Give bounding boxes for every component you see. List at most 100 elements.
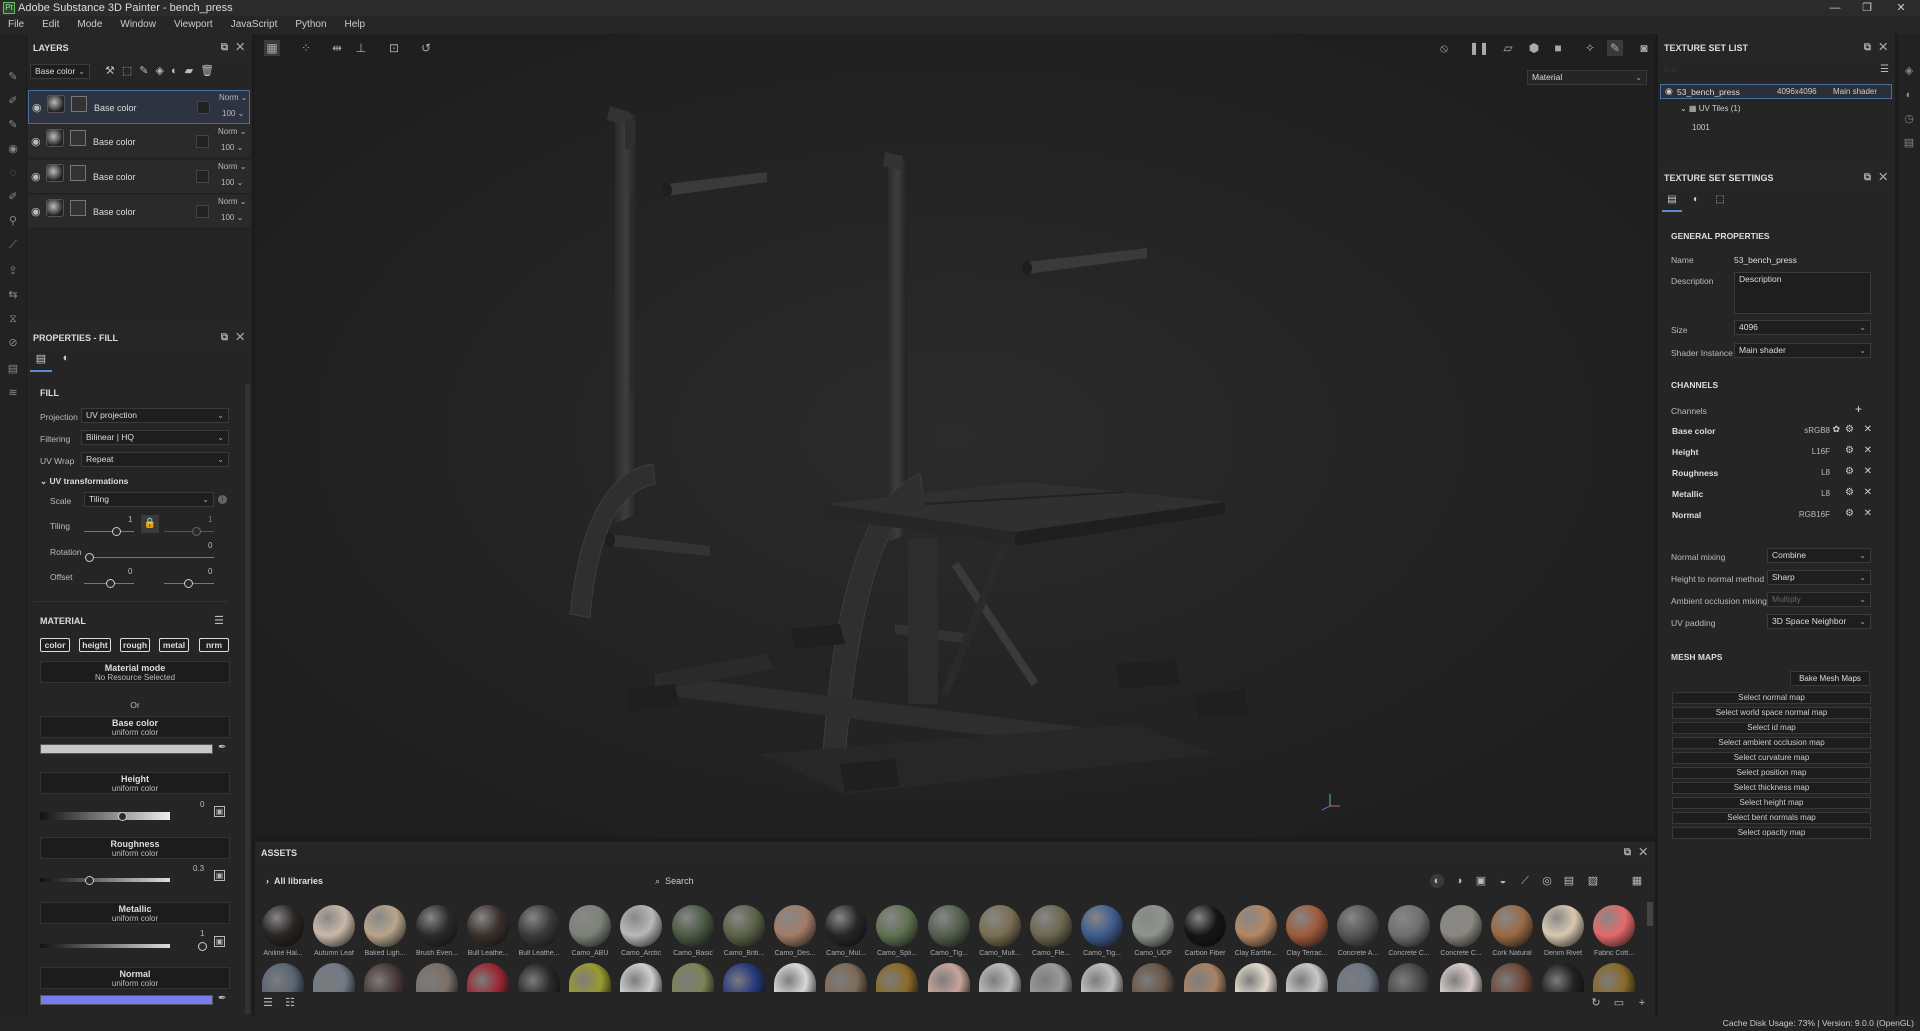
bake-icon[interactable]: ⧖ (6, 312, 20, 326)
layer-color-swatch[interactable] (196, 135, 209, 148)
normal-box[interactable]: Normal uniform color (40, 967, 230, 989)
gear-icon[interactable]: ⚙ (1845, 445, 1854, 456)
select-world-space-normal-map-button[interactable]: Select world space normal map (1672, 707, 1871, 719)
menu-javascript[interactable]: JavaScript (231, 19, 278, 30)
tiling-v-slider[interactable] (164, 531, 214, 532)
base-color-box[interactable]: Base color uniform color (40, 716, 230, 738)
asset-thumbnail[interactable] (416, 905, 458, 947)
texture-slot-icon[interactable]: ▣ (214, 936, 225, 947)
channel-format[interactable]: L8 (1821, 489, 1830, 498)
layer-row[interactable]: ◉ Base color Norm ⌄ 100 ⌄ (28, 125, 250, 159)
view-3d-icon[interactable]: ⬢ (1526, 40, 1542, 56)
viewport-mode-select[interactable]: Material ⌄ (1527, 70, 1647, 85)
geometry-fill-icon[interactable]: ◉ (6, 142, 20, 156)
share-icon[interactable]: ⇆ (6, 288, 20, 302)
description-input[interactable]: Description (1734, 272, 1871, 314)
log-icon[interactable]: ▤ (1902, 136, 1916, 150)
layer-row[interactable]: ◉ Base color Norm ⌄ 100 ⌄ (28, 160, 250, 194)
remove-channel-icon[interactable]: ✕ (1864, 424, 1872, 435)
texture-slot-icon[interactable]: ▣ (214, 806, 225, 817)
info-icon[interactable]: i (218, 495, 227, 504)
asset-thumbnail[interactable] (1542, 905, 1584, 947)
visibility-eye-icon[interactable]: ◉ (31, 170, 41, 183)
filter-brushes-icon[interactable]: ⟋ (1518, 874, 1532, 888)
settings-tab-icon[interactable]: ▤ (1662, 194, 1682, 212)
asset-thumbnail[interactable] (979, 905, 1021, 947)
asset-thumbnail[interactable] (723, 905, 765, 947)
uv-tiles-row[interactable]: ⌄ ▦ UV Tiles (1) (1680, 104, 1741, 113)
menu-viewport[interactable]: Viewport (174, 19, 213, 30)
tiling-v-knob[interactable] (192, 527, 201, 536)
channel-row[interactable]: Height L16F ⚙ ✕ (1670, 444, 1876, 460)
eye-toggle-icon[interactable]: ◌ ◌ (1664, 64, 1677, 74)
filter-smart-materials-icon[interactable]: ◑ (1452, 874, 1466, 888)
asset-thumbnail[interactable] (364, 905, 406, 947)
asset-thumbnail[interactable] (1184, 905, 1226, 947)
channel-format[interactable]: L8 (1821, 468, 1830, 477)
add-folder-icon[interactable]: ▰ (185, 65, 200, 77)
channel-format[interactable]: L16F (1812, 447, 1830, 456)
assets-scrollbar[interactable] (1647, 902, 1653, 926)
size-select[interactable]: 4096 ⌄ (1734, 320, 1871, 335)
select-bent-normals-map-button[interactable]: Select bent normals map (1672, 812, 1871, 824)
layer-tools[interactable]: ⚒⬚✎◈◐▰🗑 (105, 64, 221, 77)
asset-thumbnail[interactable] (1388, 905, 1430, 947)
select-height-map-button[interactable]: Select height map (1672, 797, 1871, 809)
channel-row[interactable]: Normal RGB16F ⚙ ✕ (1670, 507, 1876, 523)
menu-python[interactable]: Python (295, 19, 326, 30)
properties-scrollbar[interactable] (245, 384, 250, 1014)
height-box[interactable]: Height uniform color (40, 772, 230, 794)
rotation-knob[interactable] (85, 553, 94, 562)
chip-rough[interactable]: rough (120, 638, 150, 652)
channel-format[interactable]: sRGB8 (1804, 426, 1830, 435)
display-settings-icon[interactable]: ◐ (1902, 88, 1916, 102)
asset-thumbnail[interactable] (825, 905, 867, 947)
viewport[interactable] (255, 34, 1655, 837)
remove-channel-icon[interactable]: ✕ (1864, 487, 1872, 498)
projection-select[interactable]: UV projection ⌄ (81, 408, 229, 423)
roughness-knob[interactable] (85, 876, 94, 885)
gear-icon[interactable]: ⚙ (1845, 424, 1854, 435)
visibility-eye-icon[interactable]: ◉ (31, 135, 41, 148)
visibility-eye-icon[interactable]: ◉ (31, 205, 41, 218)
gear-icon[interactable]: ⚙ (1845, 487, 1854, 498)
asset-thumbnail[interactable] (928, 905, 970, 947)
remove-channel-icon[interactable]: ✕ (1864, 445, 1872, 456)
delete-layer-icon[interactable]: 🗑 (200, 65, 221, 77)
metallic-knob[interactable] (198, 942, 207, 951)
layer-color-swatch[interactable] (197, 101, 210, 114)
metallic-slider[interactable] (40, 944, 170, 948)
asset-thumbnail[interactable] (1235, 905, 1277, 947)
paint-brush-icon[interactable]: ✎ (6, 70, 20, 84)
filter-particles-icon[interactable]: ◎ (1540, 874, 1554, 888)
paint-mode-icon[interactable]: ✎ (1607, 40, 1623, 56)
tiling-u-slider[interactable] (84, 531, 134, 532)
camera-icon[interactable]: ■ (1550, 40, 1566, 56)
asset-thumbnail[interactable] (1593, 905, 1635, 947)
measure-icon[interactable]: ⊘ (6, 336, 20, 350)
symmetry-icon[interactable]: ⇹ (329, 40, 345, 56)
select-curvature-map-button[interactable]: Select curvature map (1672, 752, 1871, 764)
chip-metal[interactable]: metal (159, 638, 189, 652)
tiling-u-knob[interactable] (112, 527, 121, 536)
smudge-icon[interactable]: ◌ (6, 166, 20, 180)
layer-opacity[interactable]: 100 ⌄ (221, 178, 243, 187)
layer-color-swatch[interactable] (196, 170, 209, 183)
channel-row[interactable]: Metallic L8 ⚙ ✕ (1670, 486, 1876, 502)
remove-channel-icon[interactable]: ✕ (1864, 508, 1872, 519)
select-ao-map-button[interactable]: Select ambient occlusion map (1672, 737, 1871, 749)
library-breadcrumb[interactable]: › All libraries (266, 876, 323, 886)
offset-v-knob[interactable] (184, 579, 193, 588)
menu-window[interactable]: Window (120, 19, 156, 30)
export-icon[interactable]: ⇪ (6, 264, 20, 278)
menu-mode[interactable]: Mode (77, 19, 102, 30)
select-thickness-map-button[interactable]: Select thickness map (1672, 782, 1871, 794)
eyedropper-icon[interactable]: ✒ (218, 993, 226, 1004)
rotation-slider[interactable] (88, 557, 214, 558)
uv-transformations-toggle[interactable]: ⌄ UV transformations (40, 476, 128, 487)
layers-stack-icon[interactable]: ≋ (6, 386, 20, 400)
asset-thumbnail[interactable] (313, 905, 355, 947)
lighting-icon[interactable]: ✧ (1582, 40, 1598, 56)
filter-environments-icon[interactable]: ▨ (1586, 874, 1600, 888)
channel-row[interactable]: Roughness L8 ⚙ ✕ (1670, 465, 1876, 481)
